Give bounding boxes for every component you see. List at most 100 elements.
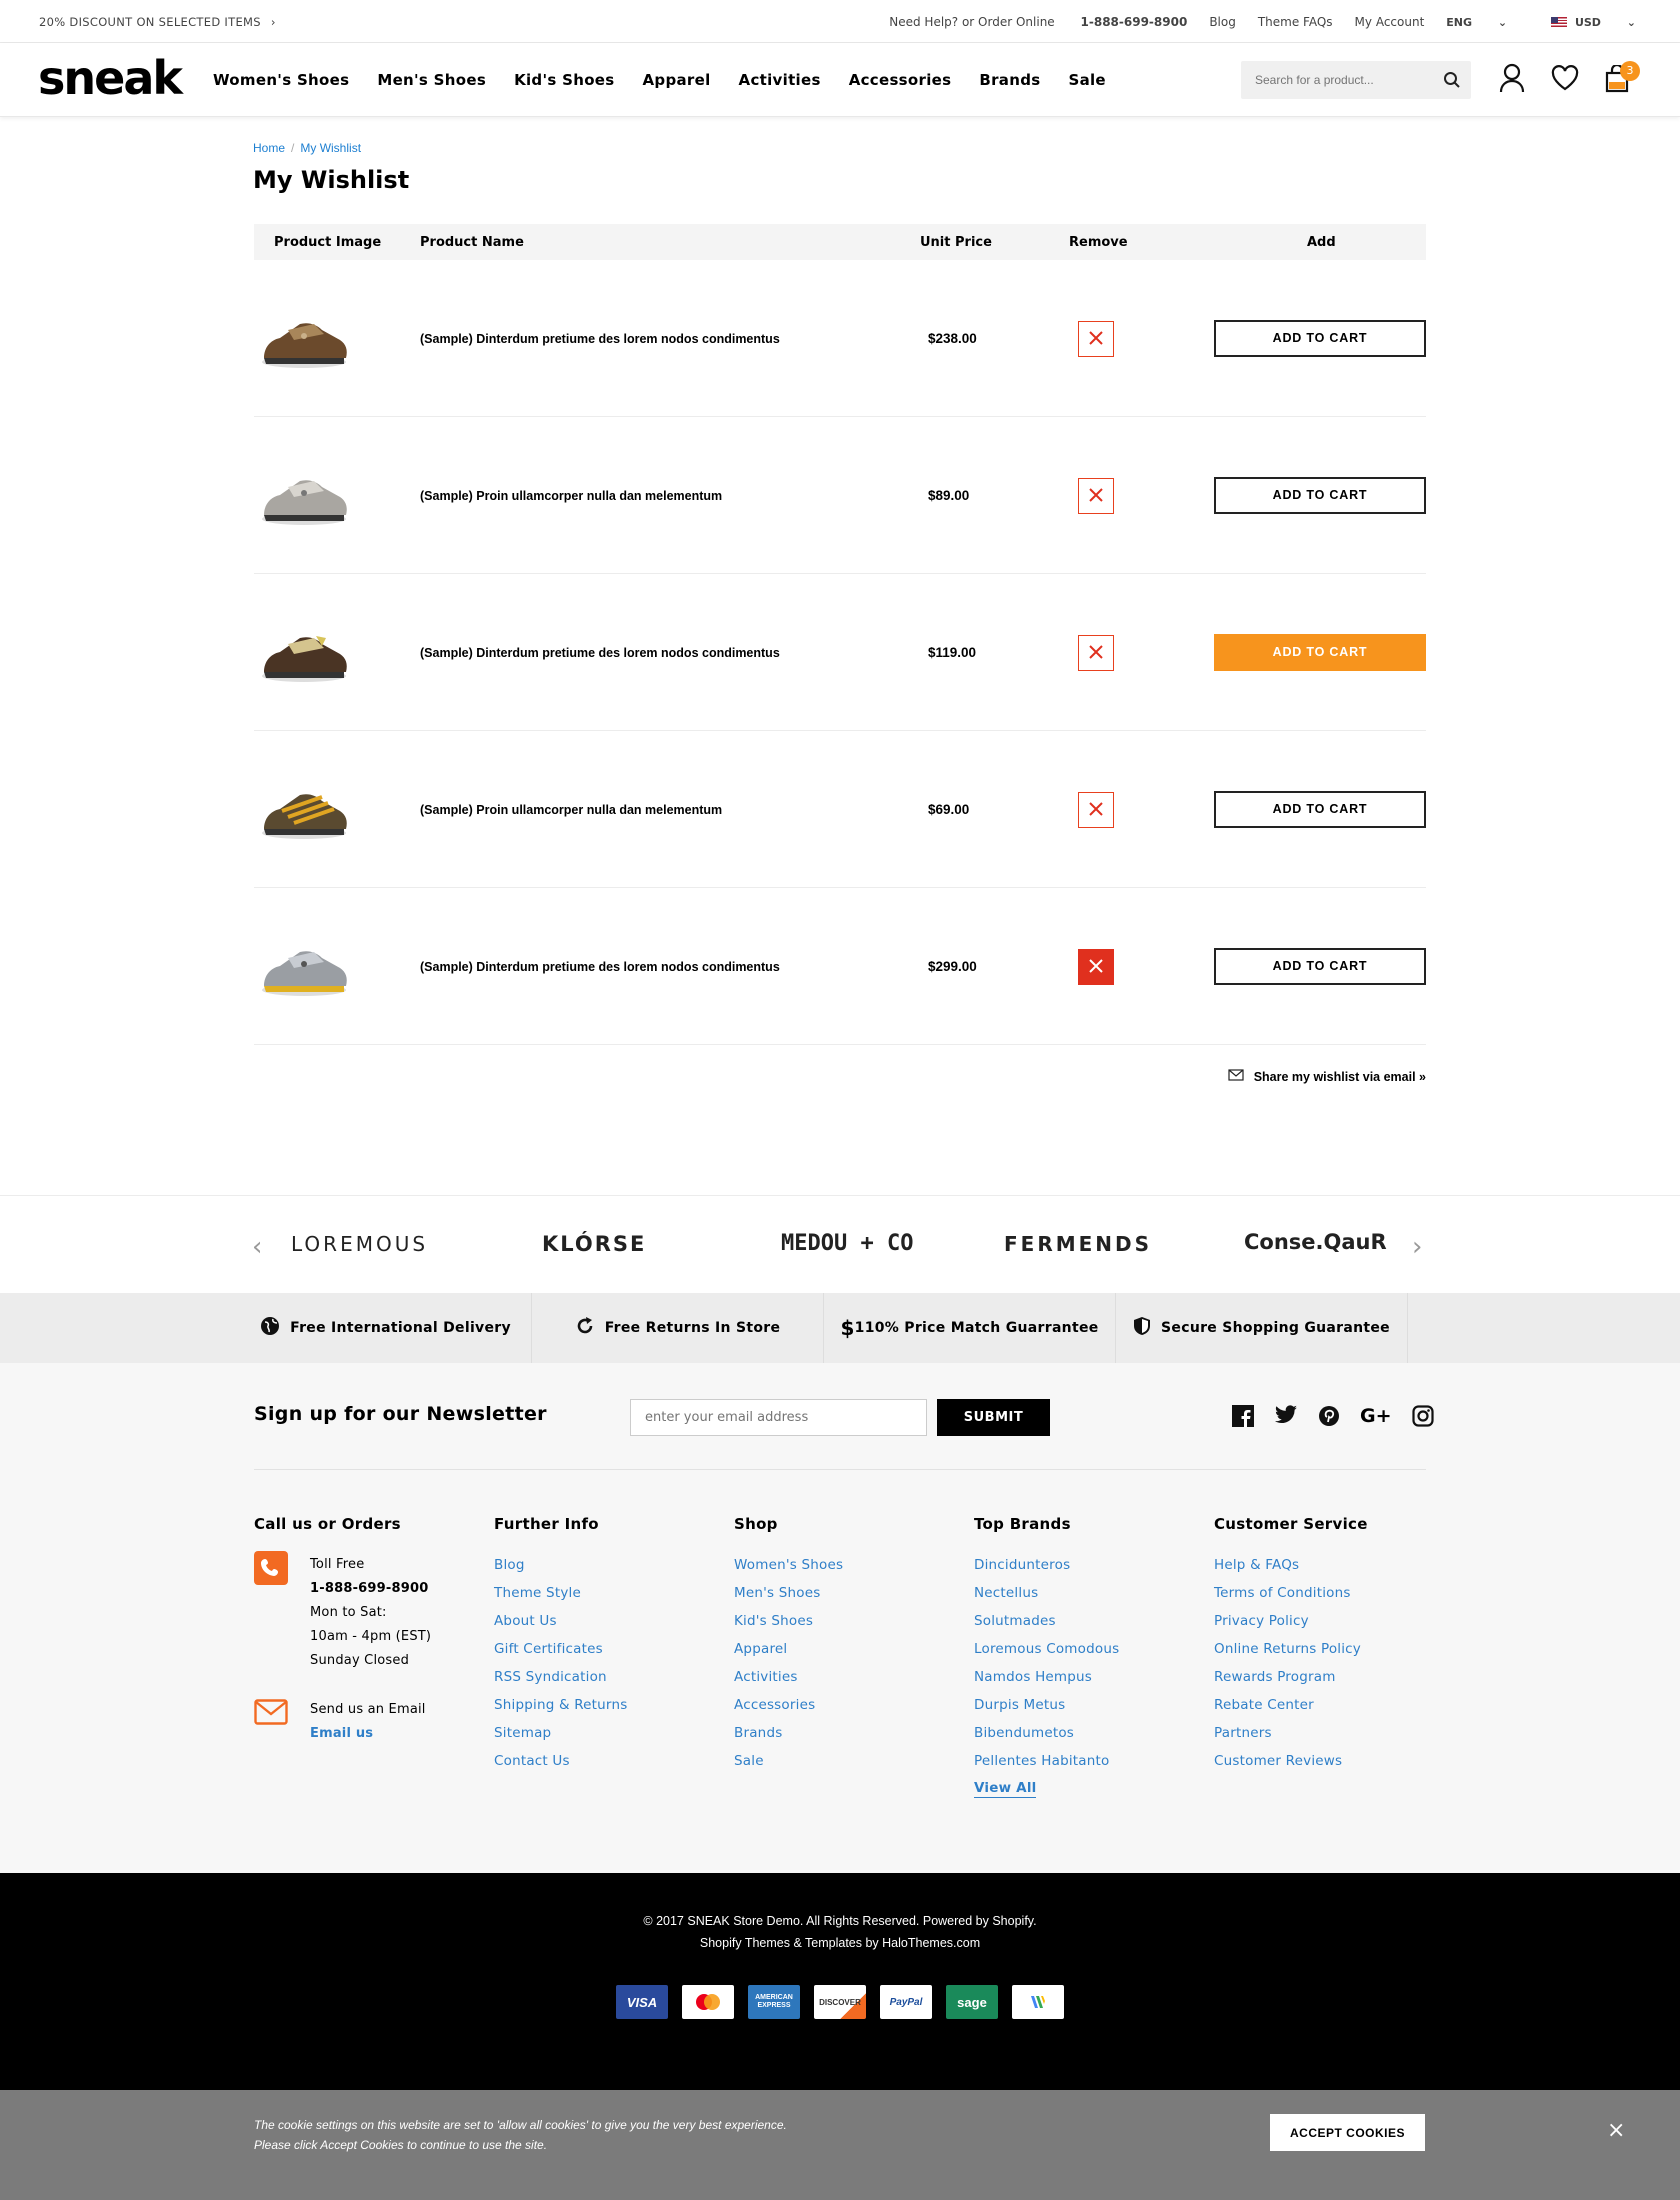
nav-accessories[interactable]: Accessories — [849, 71, 952, 89]
accept-cookies-button[interactable]: ACCEPT COOKIES — [1270, 2114, 1425, 2151]
add-to-cart-button[interactable]: ADD TO CART — [1214, 948, 1426, 985]
add-to-cart-button[interactable]: ADD TO CART — [1214, 634, 1426, 671]
footer-link[interactable]: Activities — [734, 1663, 843, 1691]
footer-link[interactable]: Gift Certificates — [494, 1635, 627, 1663]
footer-link[interactable]: Men's Shoes — [734, 1579, 843, 1607]
footer-link[interactable]: Privacy Policy — [1214, 1607, 1368, 1635]
google-plus-icon[interactable]: G+ — [1360, 1405, 1392, 1431]
nav-activities[interactable]: Activities — [739, 71, 821, 89]
product-image[interactable] — [258, 457, 350, 533]
currency-selector[interactable]: USD ⌄ — [1551, 16, 1658, 29]
product-name[interactable]: (Sample) Dinterdum pretiume des lorem no… — [420, 332, 780, 346]
remove-button[interactable] — [1078, 949, 1114, 985]
remove-button[interactable] — [1078, 478, 1114, 514]
footer-link[interactable]: Blog — [494, 1551, 627, 1579]
facebook-icon[interactable] — [1232, 1405, 1254, 1431]
user-icon[interactable] — [1499, 63, 1525, 97]
chevron-left-icon[interactable]: ‹ — [252, 1232, 262, 1262]
brand-logo[interactable]: LOREMOUS — [291, 1232, 428, 1256]
footer-link[interactable]: Bibendumetos — [974, 1719, 1119, 1747]
footer-link[interactable]: Customer Reviews — [1214, 1747, 1368, 1775]
toll-free-number[interactable]: 1-888-699-8900 — [310, 1577, 470, 1601]
pinterest-icon[interactable] — [1318, 1405, 1340, 1431]
newsletter-email-input[interactable] — [630, 1399, 927, 1436]
theme-faqs-link[interactable]: Theme FAQs — [1258, 15, 1333, 29]
newsletter-submit-button[interactable]: SUBMIT — [937, 1399, 1050, 1436]
add-to-cart-button[interactable]: ADD TO CART — [1214, 320, 1426, 357]
footer-link[interactable]: Loremous Comodous — [974, 1635, 1119, 1663]
remove-button[interactable] — [1078, 635, 1114, 671]
brand-logo[interactable]: KLÓRSE — [542, 1232, 646, 1256]
footer-link[interactable]: Sitemap — [494, 1719, 627, 1747]
logo[interactable]: sneak — [38, 53, 183, 103]
breadcrumb-home[interactable]: Home — [253, 141, 285, 155]
chevron-right-icon[interactable]: › — [1412, 1232, 1422, 1262]
product-image[interactable] — [258, 614, 350, 690]
my-account-link[interactable]: My Account — [1355, 15, 1425, 29]
table-row: (Sample) Dinterdum pretiume des lorem no… — [254, 260, 1426, 417]
product-image[interactable] — [258, 771, 350, 847]
blog-link[interactable]: Blog — [1209, 15, 1236, 29]
product-image[interactable] — [258, 928, 350, 1004]
search-icon[interactable] — [1443, 71, 1461, 93]
product-name[interactable]: (Sample) Proin ullamcorper nulla dan mel… — [420, 803, 722, 817]
footer-link[interactable]: Solutmades — [974, 1607, 1119, 1635]
footer-link[interactable]: RSS Syndication — [494, 1663, 627, 1691]
product-name[interactable]: (Sample) Proin ullamcorper nulla dan mel… — [420, 489, 722, 503]
remove-button[interactable] — [1078, 792, 1114, 828]
footer-link[interactable]: Terms of Conditions — [1214, 1579, 1368, 1607]
brand-logo[interactable]: MEDOU + CO — [781, 1231, 913, 1256]
paypal-icon: PayPal — [880, 1985, 932, 2019]
footer-link[interactable]: Pellentes Habitanto — [974, 1747, 1119, 1775]
footer-col-title: Top Brands — [974, 1515, 1071, 1533]
footer-link[interactable]: Theme Style — [494, 1579, 627, 1607]
email-us-link[interactable]: Email us — [310, 1722, 470, 1746]
instagram-icon[interactable] — [1411, 1405, 1434, 1431]
footer-link[interactable]: Online Returns Policy — [1214, 1635, 1368, 1663]
brand-logo[interactable]: Conse.QauR — [1244, 1230, 1387, 1254]
language-selector[interactable]: ENG ⌄ — [1446, 16, 1529, 29]
search-input[interactable] — [1241, 61, 1431, 99]
footer-link[interactable]: Dincidunteros — [974, 1551, 1119, 1579]
contact-phone-details: Toll Free 1-888-699-8900 Mon to Sat: 10a… — [310, 1553, 470, 1673]
themes-credit-link[interactable]: Shopify Themes & Templates by HaloThemes… — [0, 1936, 1680, 1950]
add-to-cart-button[interactable]: ADD TO CART — [1214, 791, 1426, 828]
footer-link[interactable]: About Us — [494, 1607, 627, 1635]
brand-logo[interactable]: FERMENDS — [1004, 1232, 1152, 1256]
footer-link[interactable]: Accessories — [734, 1691, 843, 1719]
footer-link[interactable]: Kid's Shoes — [734, 1607, 843, 1635]
share-wishlist-link[interactable]: Share my wishlist via email » — [1228, 1069, 1426, 1084]
footer-link[interactable]: Shipping & Returns — [494, 1691, 627, 1719]
heart-icon[interactable] — [1551, 65, 1579, 95]
footer-link[interactable]: Apparel — [734, 1635, 843, 1663]
twitter-icon[interactable] — [1274, 1405, 1298, 1431]
breadcrumb-current[interactable]: My Wishlist — [300, 141, 361, 155]
product-name[interactable]: (Sample) Dinterdum pretiume des lorem no… — [420, 960, 780, 974]
view-all-brands-link[interactable]: View All — [974, 1779, 1037, 1798]
nav-sale[interactable]: Sale — [1068, 71, 1105, 89]
nav-mens-shoes[interactable]: Men's Shoes — [377, 71, 486, 89]
close-icon[interactable]: × — [1607, 2118, 1625, 2143]
footer-link[interactable]: Contact Us — [494, 1747, 627, 1775]
nav-brands[interactable]: Brands — [979, 71, 1040, 89]
footer-col-further-info: Further Info Blog Theme Style About Us G… — [494, 1515, 627, 1775]
nav-apparel[interactable]: Apparel — [643, 71, 711, 89]
footer-link[interactable]: Sale — [734, 1747, 843, 1775]
promo-link[interactable]: 20% DISCOUNT ON SELECTED ITEMS › — [39, 15, 276, 29]
footer-link[interactable]: Durpis Metus — [974, 1691, 1119, 1719]
footer-link[interactable]: Brands — [734, 1719, 843, 1747]
remove-button[interactable] — [1078, 321, 1114, 357]
add-to-cart-button[interactable]: ADD TO CART — [1214, 477, 1426, 514]
product-name[interactable]: (Sample) Dinterdum pretiume des lorem no… — [420, 646, 780, 660]
footer-link[interactable]: Partners — [1214, 1719, 1368, 1747]
footer-link[interactable]: Namdos Hempus — [974, 1663, 1119, 1691]
footer-link[interactable]: Rewards Program — [1214, 1663, 1368, 1691]
product-image[interactable] — [258, 300, 350, 376]
nav-kids-shoes[interactable]: Kid's Shoes — [514, 71, 614, 89]
product-price: $69.00 — [928, 802, 970, 817]
nav-womens-shoes[interactable]: Women's Shoes — [213, 71, 349, 89]
footer-link[interactable]: Women's Shoes — [734, 1551, 843, 1579]
footer-link[interactable]: Help & FAQs — [1214, 1551, 1368, 1579]
footer-link[interactable]: Nectellus — [974, 1579, 1119, 1607]
footer-link[interactable]: Rebate Center — [1214, 1691, 1368, 1719]
